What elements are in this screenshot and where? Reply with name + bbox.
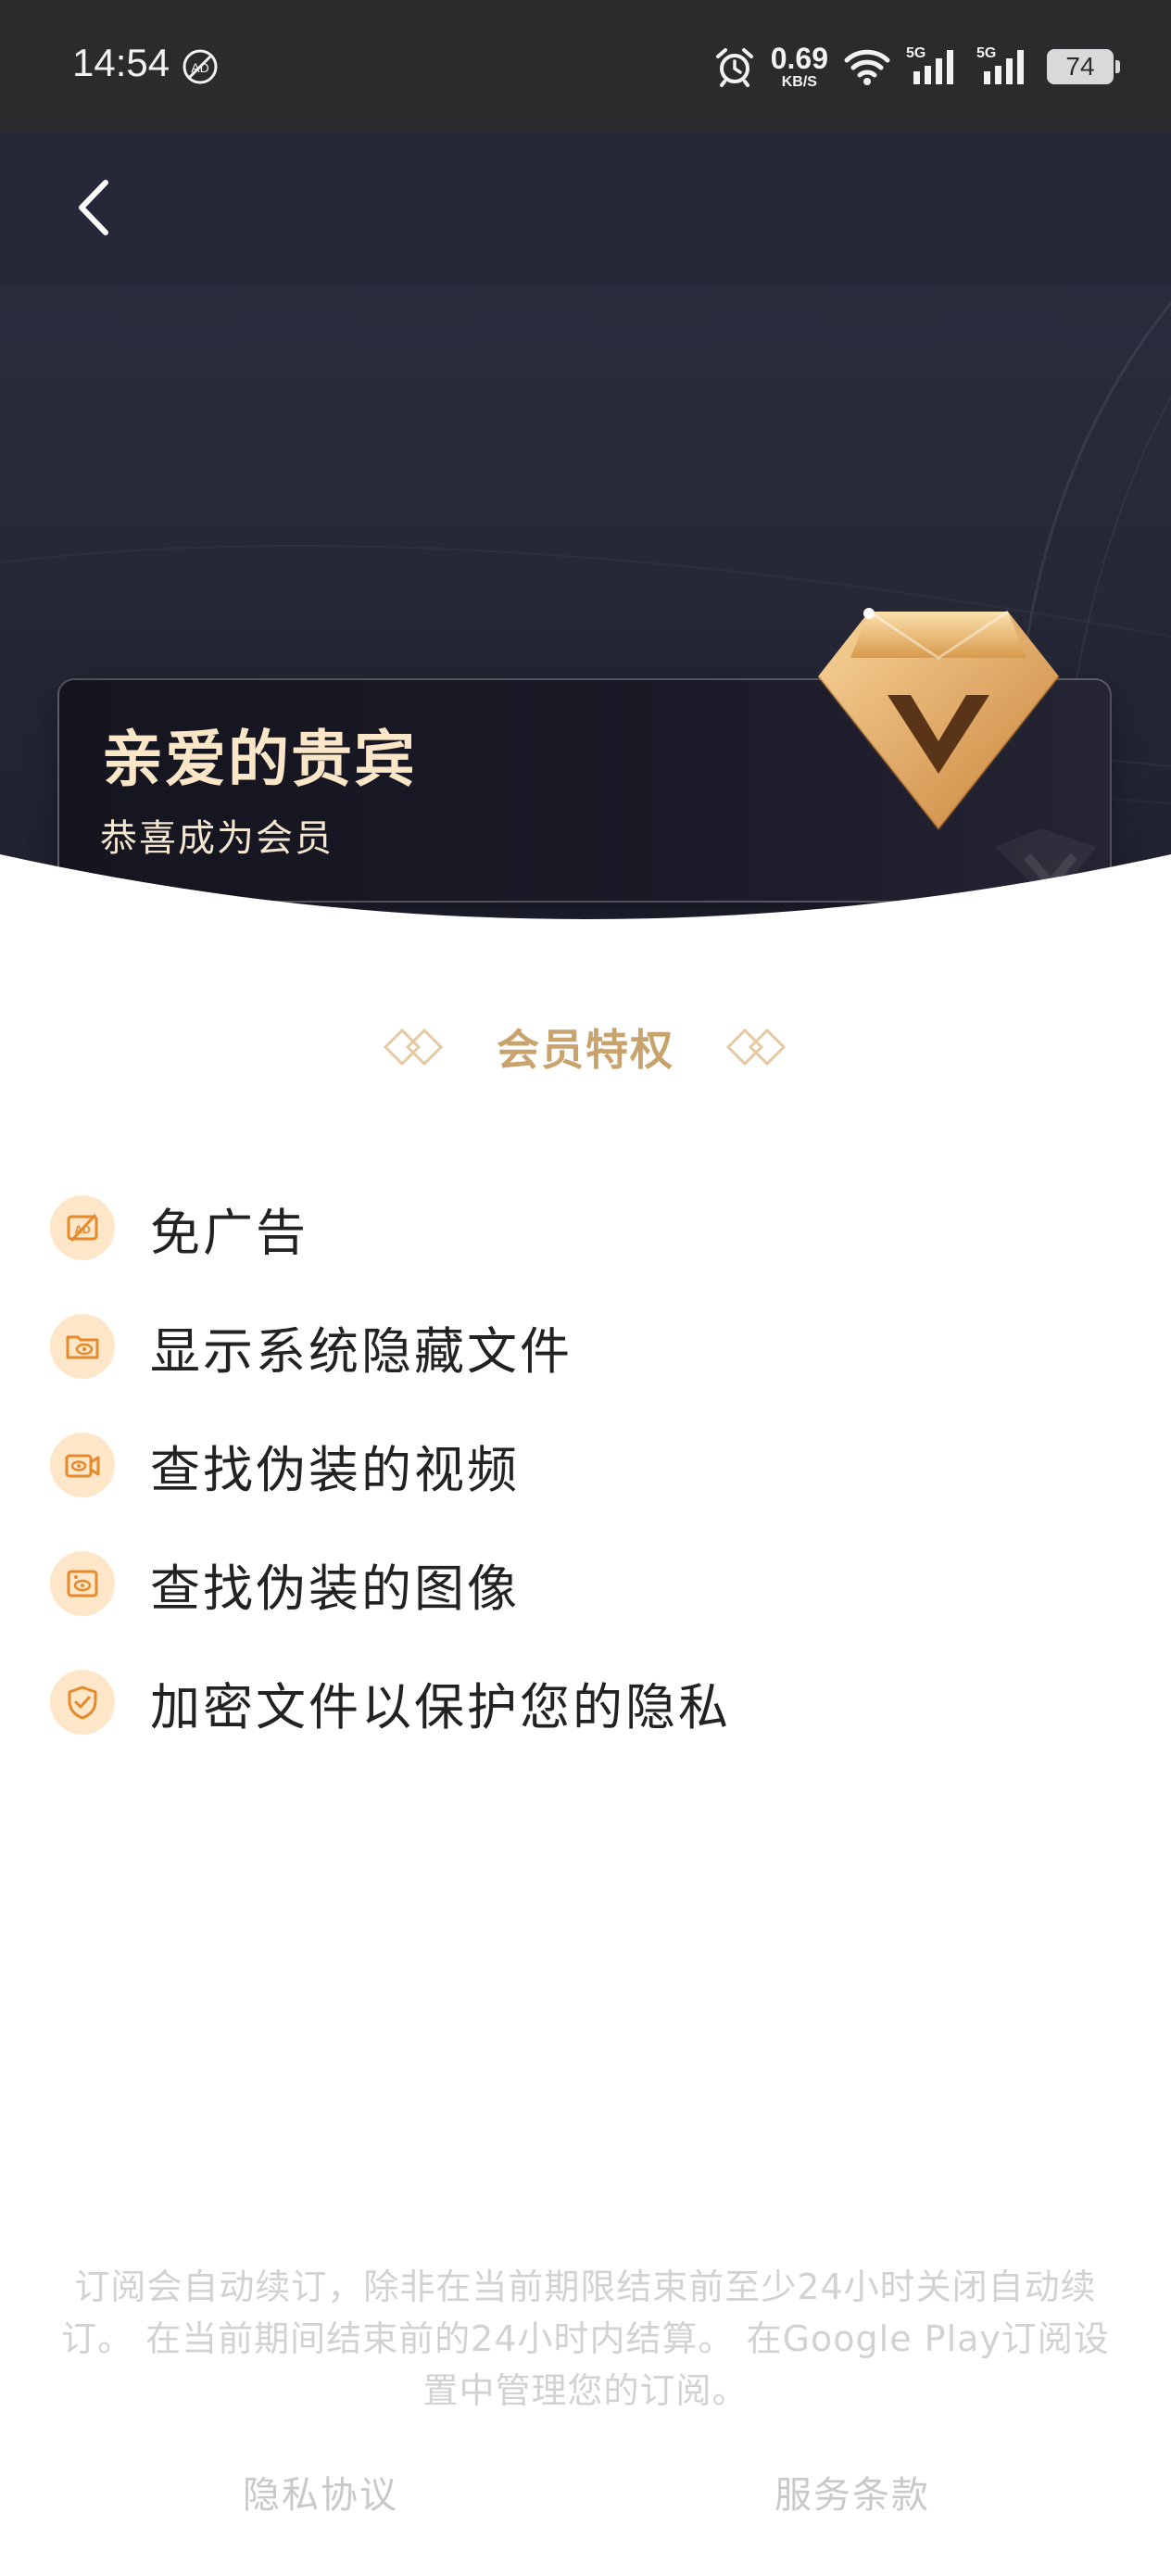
hidden-video-icon — [50, 1433, 115, 1497]
nav-bar — [0, 132, 1171, 284]
status-indicators: 0.69 KB/S 5G 5G 74 — [713, 41, 1120, 93]
status-time: 14:54 — [72, 41, 170, 84]
privacy-policy-link[interactable]: 隐私协议 — [243, 2465, 398, 2519]
hidden-image-icon — [50, 1551, 115, 1616]
hero-curve-edge — [0, 854, 1171, 928]
vip-hero: 亲爱的贵宾 恭喜成为会员 — [0, 132, 1171, 928]
privilege-label: 免广告 — [150, 1203, 308, 1262]
network-speed-value: 0.69 — [770, 42, 828, 75]
battery-level: 74 — [1065, 52, 1095, 81]
privilege-label: 查找伪装的视频 — [150, 1440, 520, 1499]
privilege-label: 查找伪装的图像 — [150, 1559, 520, 1618]
no-ad-icon: AD — [50, 1195, 115, 1260]
privileges-title: 会员特权 — [497, 1025, 674, 1075]
network-speed-unit: KB/S — [781, 74, 817, 90]
privileges-header: 会员特权 — [0, 1005, 1171, 1089]
status-bar: 14:54 AD 0.69 KB/S 5G — [0, 0, 1171, 132]
privilege-label: 加密文件以保护您的隐私 — [150, 1677, 731, 1736]
battery-icon: 74 — [1047, 49, 1120, 84]
diamond-ornament-icon — [383, 1028, 444, 1067]
privilege-item: 加密文件以保护您的隐私 — [50, 1661, 731, 1744]
vip-card-title: 亲爱的贵宾 — [102, 723, 417, 795]
cellular-signal-1: 5G — [906, 45, 962, 88]
wifi-icon — [844, 49, 890, 85]
alarm-icon — [715, 48, 753, 87]
privilege-item: 查找伪装的视频 — [50, 1423, 520, 1507]
network-speed: 0.69 KB/S — [771, 44, 828, 90]
ad-blocked-icon: AD — [183, 49, 218, 84]
shield-check-icon — [50, 1670, 115, 1735]
privilege-label: 显示系统隐藏文件 — [150, 1321, 573, 1381]
hidden-folder-icon — [50, 1314, 115, 1379]
back-button[interactable] — [56, 170, 130, 245]
privilege-item: 显示系统隐藏文件 — [50, 1305, 573, 1388]
privilege-item: AD 免广告 — [50, 1186, 308, 1269]
privilege-item: 查找伪装的图像 — [50, 1542, 520, 1625]
v-diamond-icon — [816, 608, 1061, 832]
chevron-left-icon — [79, 180, 108, 235]
terms-of-service-link[interactable]: 服务条款 — [774, 2465, 930, 2519]
cellular-signal-2: 5G — [976, 45, 1032, 88]
subscription-notice: 订阅会自动续订，除非在当前期限结束前至少24小时关闭自动续订。 在当前期间结束前… — [61, 2267, 1110, 2411]
cellular-signal-icon — [913, 50, 953, 84]
cellular-signal-icon — [984, 50, 1024, 84]
diamond-ornament-icon — [725, 1028, 787, 1067]
